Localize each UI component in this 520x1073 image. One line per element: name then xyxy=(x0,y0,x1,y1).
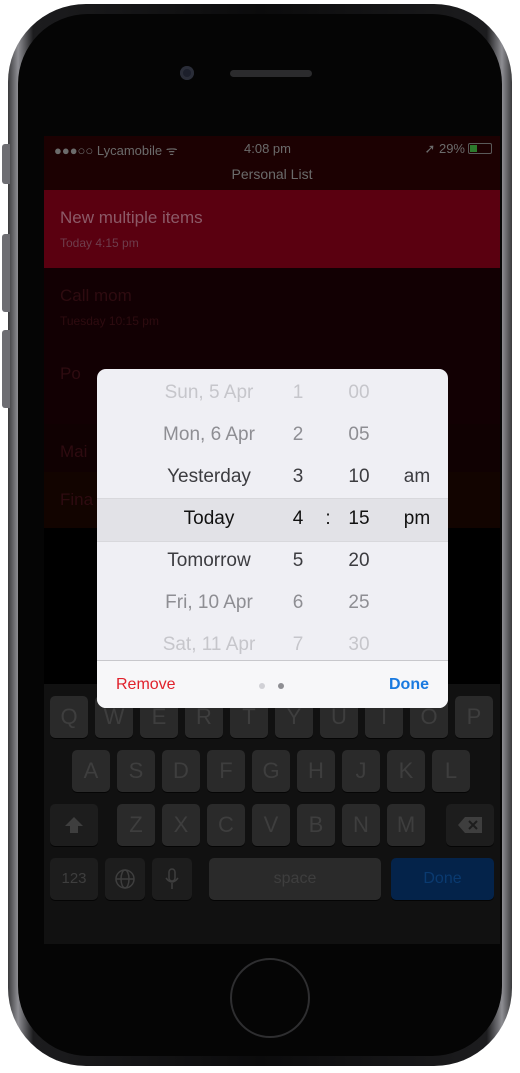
key-a[interactable]: A xyxy=(72,750,110,792)
volume-down-button xyxy=(2,330,10,408)
battery-status: ➚ 29% xyxy=(424,141,492,157)
picker-minute-option[interactable]: 00 xyxy=(342,372,376,414)
picker-hour-option[interactable]: 6 xyxy=(283,582,313,624)
list-item-title: Fina xyxy=(60,490,94,509)
page-dot[interactable] xyxy=(259,683,265,689)
mute-switch xyxy=(2,144,10,184)
carrier-label: ●●●○○ Lycamobile ᯤ xyxy=(54,143,178,158)
page-dot-active[interactable] xyxy=(278,683,284,689)
key-h[interactable]: H xyxy=(297,750,335,792)
globe-icon xyxy=(115,869,135,889)
picker-hour-selected[interactable]: 4 xyxy=(283,498,313,540)
key-f[interactable]: F xyxy=(207,750,245,792)
microphone-icon xyxy=(165,868,179,890)
speaker-grille xyxy=(230,70,312,77)
remove-button[interactable]: Remove xyxy=(116,676,176,694)
picker-pm-selected[interactable]: pm xyxy=(397,498,437,540)
battery-percent: ➚ 29% xyxy=(424,141,465,156)
list-item-title: New multiple items xyxy=(60,208,203,227)
picker-am-option[interactable]: am xyxy=(397,456,437,498)
shift-key[interactable] xyxy=(50,804,98,846)
delete-key[interactable] xyxy=(446,804,494,846)
numbers-key[interactable]: 123 xyxy=(50,858,98,900)
shift-icon xyxy=(65,817,83,834)
picker-hour-option[interactable]: 5 xyxy=(283,540,313,582)
key-q[interactable]: Q xyxy=(50,696,88,738)
key-b[interactable]: B xyxy=(297,804,335,846)
key-p[interactable]: P xyxy=(455,696,493,738)
key-z[interactable]: Z xyxy=(117,804,155,846)
date-time-picker: Sun, 5 Apr Mon, 6 Apr Yesterday Today To… xyxy=(97,369,448,708)
nav-title: Personal List xyxy=(44,160,500,190)
done-button[interactable]: Done xyxy=(389,676,429,694)
key-v[interactable]: V xyxy=(252,804,290,846)
picker-minute-option[interactable]: 05 xyxy=(342,414,376,456)
picker-minute-option[interactable]: 20 xyxy=(342,540,376,582)
backspace-icon xyxy=(458,817,482,834)
key-x[interactable]: X xyxy=(162,804,200,846)
key-c[interactable]: C xyxy=(207,804,245,846)
picker-hour-option[interactable]: 1 xyxy=(283,372,313,414)
list-item[interactable]: Call mom Tuesday 10:15 pm xyxy=(44,268,500,346)
picker-hour-option[interactable]: 3 xyxy=(283,456,313,498)
volume-up-button xyxy=(2,234,10,312)
picker-minute-selected[interactable]: 15 xyxy=(342,498,376,540)
dictation-key[interactable] xyxy=(152,858,192,900)
list-item-title: Mai xyxy=(60,442,88,461)
picker-hour-option[interactable]: 2 xyxy=(283,414,313,456)
picker-minute-option[interactable]: 10 xyxy=(342,456,376,498)
key-k[interactable]: K xyxy=(387,750,425,792)
list-item[interactable]: New multiple items Today 4:15 pm xyxy=(44,190,500,268)
key-s[interactable]: S xyxy=(117,750,155,792)
key-n[interactable]: N xyxy=(342,804,380,846)
key-m[interactable]: M xyxy=(387,804,425,846)
key-l[interactable]: L xyxy=(432,750,470,792)
picker-time-separator: : xyxy=(325,508,331,529)
key-g[interactable]: G xyxy=(252,750,290,792)
space-key[interactable]: space xyxy=(209,858,381,900)
keyboard: Q W E R T Y U I O P A S D F G H J K L Z … xyxy=(44,684,500,944)
status-time: 4:08 pm xyxy=(244,141,291,156)
camera-icon xyxy=(180,66,194,80)
picker-toolbar: Remove Done xyxy=(97,660,448,708)
picker-minute-option[interactable]: 25 xyxy=(342,582,376,624)
key-d[interactable]: D xyxy=(162,750,200,792)
globe-key[interactable] xyxy=(105,858,145,900)
list-item-title: Call mom xyxy=(60,286,132,305)
list-item-subtitle: Today 4:15 pm xyxy=(60,236,139,250)
list-item-title: Po xyxy=(60,364,81,383)
list-item-subtitle: Tuesday 10:15 pm xyxy=(60,314,159,328)
status-bar: ●●●○○ Lycamobile ᯤ 4:08 pm ➚ 29% xyxy=(44,136,500,160)
key-j[interactable]: J xyxy=(342,750,380,792)
home-button[interactable] xyxy=(230,958,310,1038)
battery-icon xyxy=(468,143,492,154)
keyboard-done-key[interactable]: Done xyxy=(391,858,494,900)
